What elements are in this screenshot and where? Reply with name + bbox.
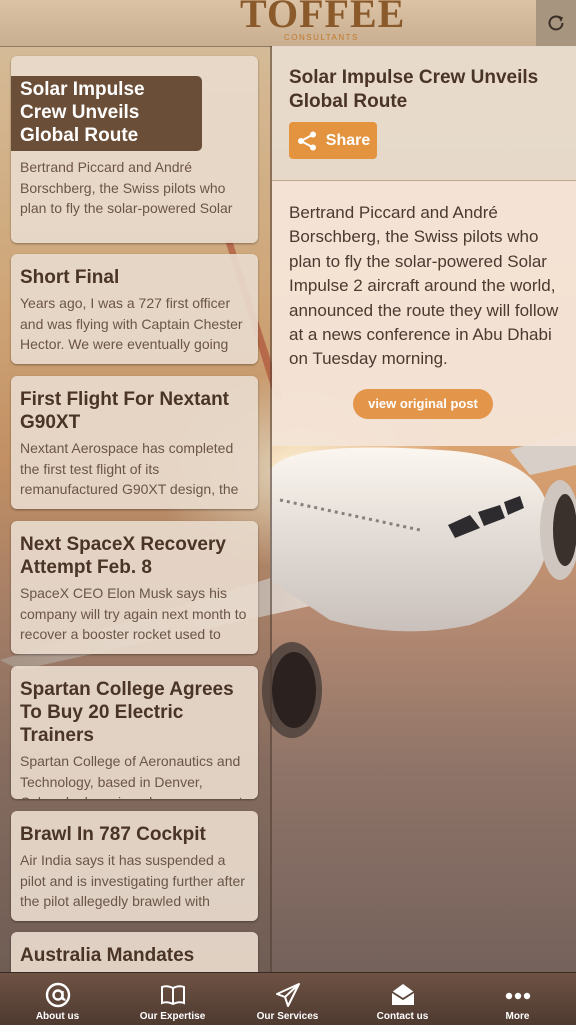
article-title: Short Final <box>20 267 120 288</box>
article-title: Brawl In 787 Cockpit <box>20 824 206 845</box>
tab-our-expertise[interactable]: Our Expertise <box>115 973 230 1025</box>
tab-more[interactable]: More <box>460 973 575 1025</box>
article-title: First Flight For Nextant G90XT <box>20 389 229 433</box>
share-label: Share <box>325 131 371 149</box>
article-card[interactable]: Short Final Years ago, I was a 727 first… <box>11 254 258 364</box>
detail-title: Solar Impulse Crew Unveils Global Route <box>289 67 539 112</box>
tab-about-us[interactable]: About us <box>0 973 115 1025</box>
logo: TOFFEE <box>240 0 406 36</box>
more-icon <box>505 992 530 1000</box>
tab-label: More <box>505 1011 530 1022</box>
article-excerpt: Years ago, I was a 727 first officer and… <box>20 295 243 352</box>
app-header: TOFFEE CONSULTANTS <box>0 0 576 47</box>
refresh-icon <box>548 15 564 31</box>
article-card[interactable]: First Flight For Nextant G90XT Nextant A… <box>11 376 258 509</box>
tab-label: Our Expertise <box>139 1011 206 1022</box>
article-detail-body: Bertrand Piccard and André Borschberg, t… <box>272 181 576 446</box>
article-title: Spartan College Agrees To Buy 20 Electri… <box>20 679 234 746</box>
article-excerpt: Spartan College of Aeronautics and Techn… <box>20 753 243 799</box>
tab-our-services[interactable]: Our Services <box>230 973 345 1025</box>
tab-label: Contact us <box>376 1011 429 1022</box>
refresh-button[interactable] <box>536 0 576 46</box>
paper-plane-icon <box>275 983 300 1007</box>
article-excerpt: Air India says it has suspended a pilot … <box>20 852 245 909</box>
envelope-icon <box>391 984 414 1005</box>
tab-label: Our Services <box>256 1011 319 1022</box>
article-card[interactable]: Next SpaceX Recovery Attempt Feb. 8 Spac… <box>11 521 258 654</box>
view-original-post-button[interactable]: view original post <box>353 389 493 419</box>
article-title: Australia Mandates <box>20 945 195 966</box>
article-card[interactable]: Australia Mandates <box>11 932 258 972</box>
logo-subtitle: CONSULTANTS <box>284 33 359 42</box>
article-excerpt: Nextant Aerospace has completed the firs… <box>20 440 239 497</box>
at-icon <box>45 982 70 1008</box>
tab-contact-us[interactable]: Contact us <box>345 973 460 1025</box>
article-title: Next SpaceX Recovery Attempt Feb. 8 <box>20 534 226 578</box>
tab-label: About us <box>35 1011 80 1022</box>
bottom-tab-bar: About us Our Expertise Our Services Cont… <box>0 972 576 1025</box>
article-excerpt: Bertrand Piccard and André Borschberg, t… <box>20 159 233 216</box>
article-list[interactable]: Solar Impulse Crew Unveils Global Route … <box>0 46 272 972</box>
share-icon <box>297 131 316 150</box>
article-excerpt: SpaceX CEO Elon Musk says his company wi… <box>20 585 247 642</box>
article-title: Solar Impulse Crew Unveils Global Route <box>11 76 202 151</box>
detail-text: Bertrand Piccard and André Borschberg, t… <box>289 203 559 369</box>
share-button[interactable]: Share <box>289 122 377 159</box>
article-detail-header: Solar Impulse Crew Unveils Global Route … <box>272 46 576 181</box>
article-card[interactable]: Brawl In 787 Cockpit Air India says it h… <box>11 811 258 921</box>
article-card[interactable]: Spartan College Agrees To Buy 20 Electri… <box>11 666 258 799</box>
book-icon <box>160 985 185 1006</box>
article-card[interactable]: Solar Impulse Crew Unveils Global Route … <box>11 56 258 243</box>
